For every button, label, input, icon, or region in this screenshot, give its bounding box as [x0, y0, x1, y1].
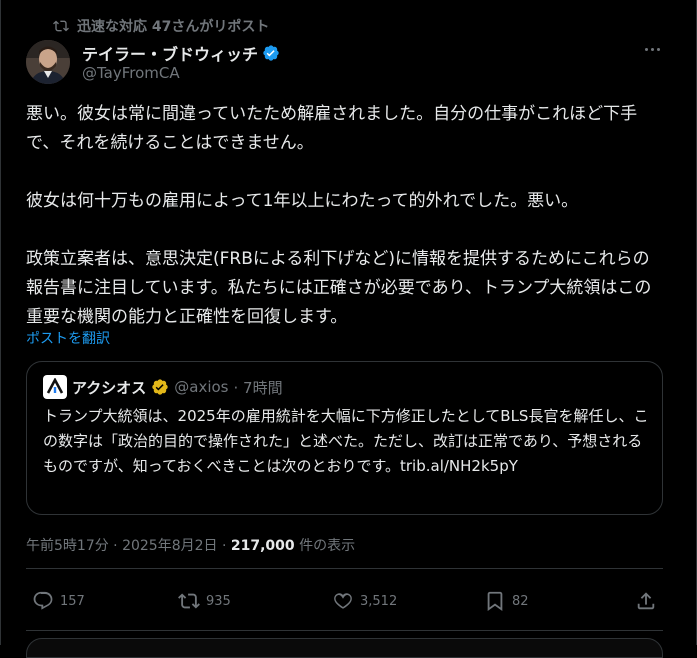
- bookmark-button[interactable]: 82: [484, 590, 529, 612]
- post-body: 悪い。彼女は常に間違っていたため解雇されました。自分の仕事がこれほど下手で、それ…: [26, 100, 666, 332]
- next-post-card: [26, 638, 663, 658]
- reply-icon: [33, 591, 53, 610]
- heart-icon: [334, 593, 352, 609]
- quoted-post[interactable]: アクシオス @axios · 7時間 トランプ大統領は、2025年の雇用統計を大…: [26, 361, 663, 515]
- reply-count: 157: [60, 593, 85, 609]
- quoted-post-time: · 7時間: [233, 378, 283, 397]
- repost-button[interactable]: 935: [178, 590, 231, 612]
- quoted-post-header: アクシオス @axios · 7時間: [43, 375, 283, 399]
- post-paragraph: 悪い。彼女は常に間違っていたため解雇されました。自分の仕事がこれほど下手で、それ…: [26, 104, 638, 153]
- post-paragraph: 彼女は何十万もの雇用によって1年以上にわたって的外れでした。悪い。: [26, 191, 579, 211]
- view-count-label: 件の表示: [294, 538, 356, 554]
- post-paragraph: 政策立案者は、意思決定(FRBによる利下げなど)に情報を提供するためにこれらの報…: [26, 249, 652, 327]
- view-count: 217,000: [230, 538, 295, 554]
- share-icon: [637, 592, 655, 610]
- quoted-author-handle[interactable]: @axios: [174, 378, 228, 396]
- author-name-row[interactable]: テイラー・ブドウィッチ: [82, 41, 280, 65]
- axios-logo-icon[interactable]: [43, 375, 67, 399]
- divider: [26, 630, 663, 631]
- author-name[interactable]: テイラー・ブドウィッチ: [82, 41, 258, 65]
- verified-badge-icon: [263, 45, 279, 61]
- reply-button[interactable]: 157: [32, 590, 85, 612]
- post-timestamp[interactable]: 午前5時17分 · 2025年8月2日 ·: [26, 538, 231, 554]
- more-options-icon[interactable]: [641, 38, 663, 60]
- like-count: 3,512: [360, 593, 398, 609]
- share-button[interactable]: [635, 590, 657, 612]
- repost-indicator[interactable]: 迅速な対応 47さんがリポスト: [53, 16, 269, 36]
- post-meta: 午前5時17分 · 2025年8月2日 · 217,000 件の表示: [26, 535, 355, 555]
- gold-verified-badge-icon: [152, 379, 168, 395]
- repost-icon: [53, 20, 69, 32]
- divider: [26, 568, 663, 569]
- bookmark-icon: [487, 591, 503, 612]
- translate-post-link[interactable]: ポストを翻訳: [26, 328, 110, 348]
- quoted-author-name[interactable]: アクシオス: [72, 377, 146, 398]
- bookmark-count: 82: [512, 593, 529, 609]
- like-button[interactable]: 3,512: [332, 590, 397, 612]
- action-bar: 157 935 3,512 82: [26, 590, 663, 620]
- avatar[interactable]: [26, 40, 70, 84]
- tweet-frame: 迅速な対応 47さんがリポスト テイラー・ブドウィッチ @TayFromCA 悪…: [0, 0, 697, 658]
- quoted-post-text: トランプ大統領は、2025年の雇用統計を大幅に下方修正したとしてBLS長官を解任…: [43, 407, 649, 475]
- repost-icon: [178, 593, 200, 609]
- repost-count: 935: [206, 593, 231, 609]
- repost-text: 迅速な対応 47さんがリポスト: [77, 19, 270, 35]
- author-handle[interactable]: @TayFromCA: [82, 64, 180, 82]
